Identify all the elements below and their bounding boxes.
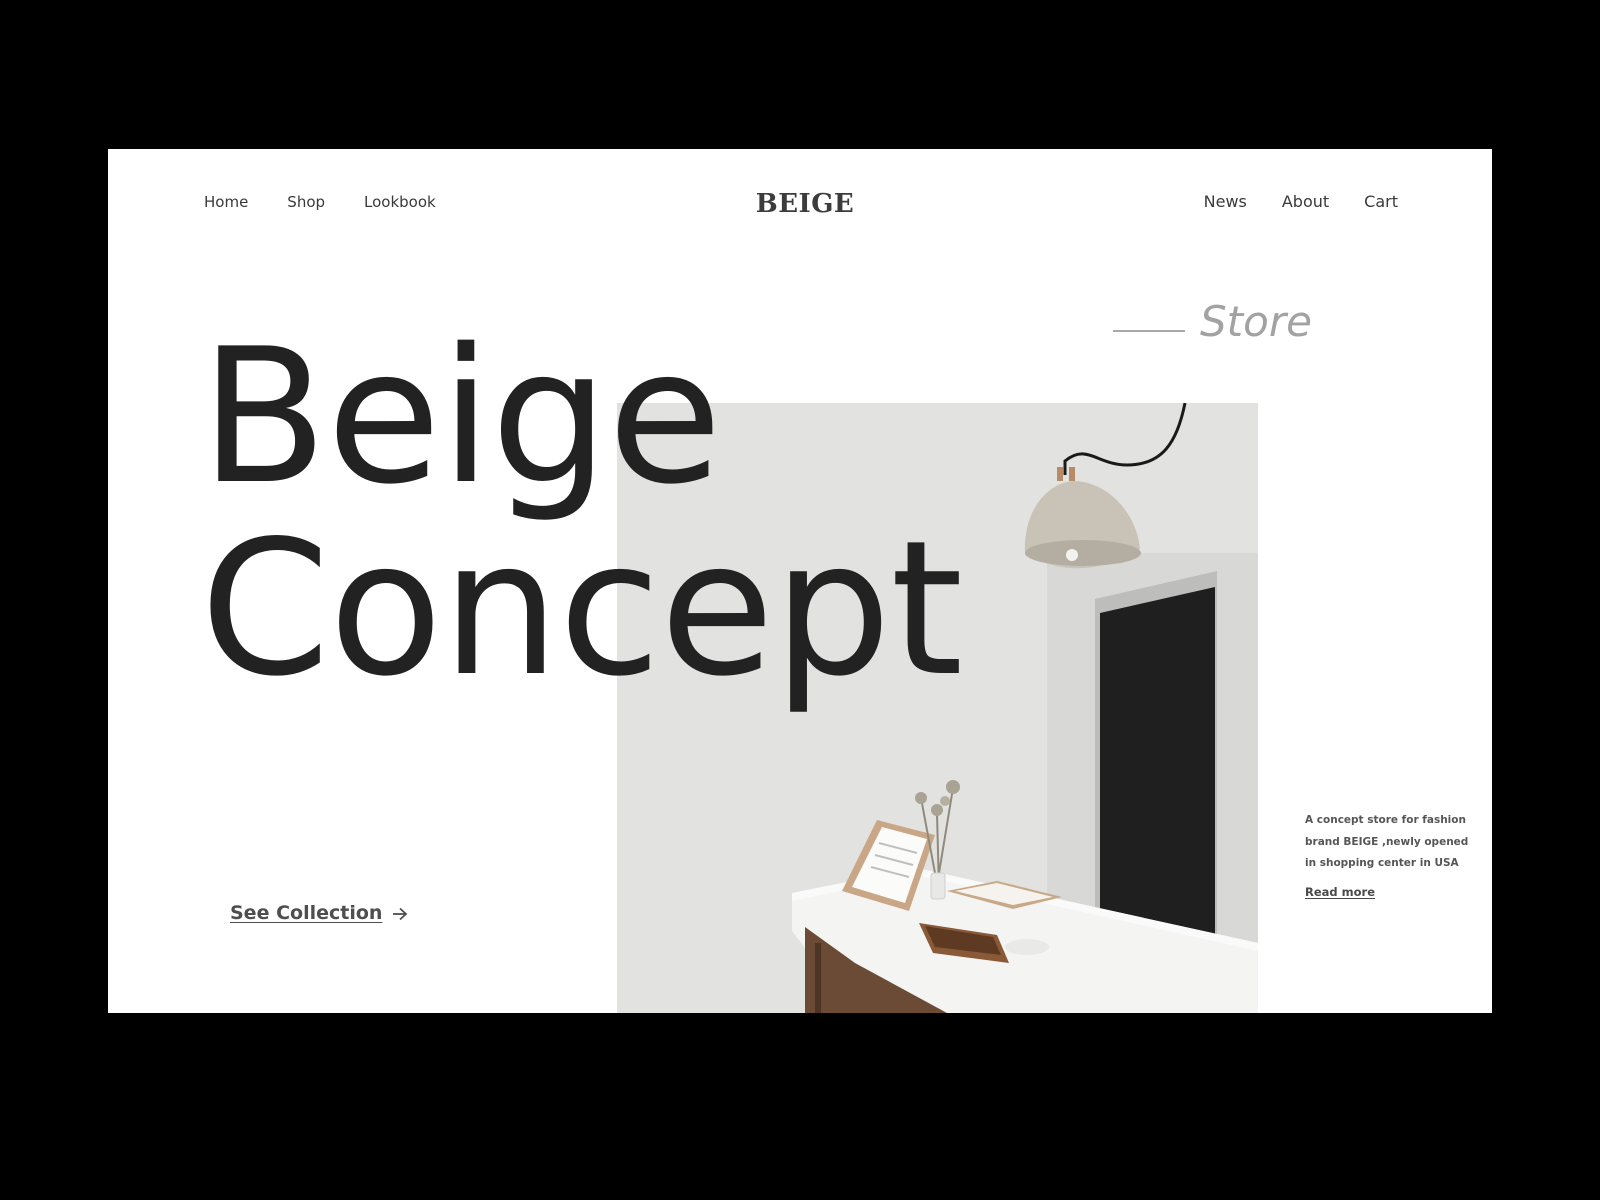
nav-link-news[interactable]: News xyxy=(1204,194,1247,210)
see-collection-label: See Collection xyxy=(230,902,383,924)
landing-page-frame: Home Shop Lookbook BEIGE News About Cart… xyxy=(108,149,1492,1013)
see-collection-link[interactable]: See Collection xyxy=(230,904,408,923)
primary-nav-left: Home Shop Lookbook xyxy=(204,195,436,210)
nav-link-shop[interactable]: Shop xyxy=(287,195,325,210)
primary-nav-right: News About Cart xyxy=(1204,194,1398,210)
hero-headline: Beige Concept xyxy=(200,308,963,717)
read-more-link[interactable]: Read more xyxy=(1305,886,1375,899)
nav-link-lookbook[interactable]: Lookbook xyxy=(364,195,436,210)
hero-headline-line-2: Concept xyxy=(200,500,963,717)
brand-logo[interactable]: BEIGE xyxy=(751,191,859,217)
store-divider xyxy=(1113,330,1185,332)
nav-link-home[interactable]: Home xyxy=(204,195,248,210)
nav-link-about[interactable]: About xyxy=(1282,194,1329,210)
arrow-right-icon xyxy=(392,907,408,921)
hero-headline-line-1: Beige xyxy=(200,308,722,525)
store-eyebrow: Store xyxy=(1200,297,1312,346)
nav-link-cart[interactable]: Cart xyxy=(1364,194,1398,210)
store-description: A concept store for fashion brand BEIGE … xyxy=(1305,814,1469,869)
